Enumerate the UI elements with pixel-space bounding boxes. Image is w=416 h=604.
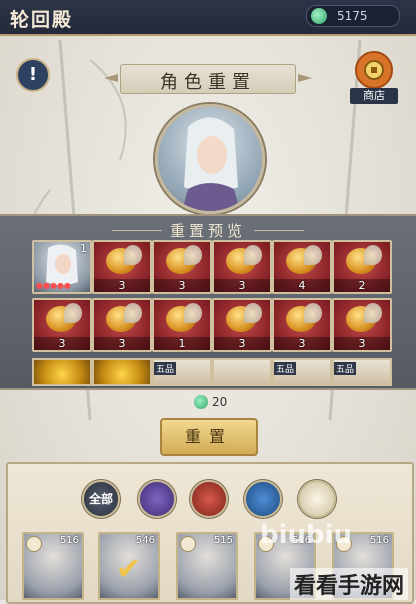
jade-coin-icon xyxy=(311,8,327,24)
preview-item[interactable]: 3 xyxy=(92,240,152,294)
reset-cost: 20 xyxy=(212,395,228,409)
info-button[interactable]: ! xyxy=(16,58,50,92)
character-level: 515 xyxy=(213,535,233,546)
preview-item[interactable]: 2 xyxy=(332,240,392,294)
item-count: 2 xyxy=(334,279,390,292)
preview-item[interactable]: 3 xyxy=(332,298,392,352)
preview-item[interactable]: 3 xyxy=(212,240,272,294)
preview-item-equipment[interactable]: 五品 xyxy=(332,358,392,386)
character-level: 516 xyxy=(59,535,79,546)
reset-button[interactable]: 重置 xyxy=(160,418,258,456)
character-card-selected[interactable]: 546 ✔ xyxy=(98,532,160,600)
item-count: 3 xyxy=(94,337,150,350)
item-count: 3 xyxy=(154,279,210,292)
element-badge-icon xyxy=(180,536,196,552)
shop-icon[interactable] xyxy=(352,48,396,92)
currency-value: 5175 xyxy=(337,9,368,23)
preview-item[interactable]: 3 xyxy=(152,240,212,294)
character-level: 516 xyxy=(369,535,389,546)
preview-item[interactable]: 3 xyxy=(32,298,92,352)
preview-item[interactable]: 3 xyxy=(92,298,152,352)
item-count: 3 xyxy=(214,337,270,350)
title-line-right xyxy=(254,230,304,231)
filter-light-icon[interactable] xyxy=(298,480,336,518)
grade-tag: 五品 xyxy=(334,362,357,375)
preview-item[interactable]: 4 xyxy=(272,240,332,294)
preview-item-weapon[interactable]: 五品 xyxy=(152,358,212,386)
filter-purple-icon[interactable] xyxy=(138,480,176,518)
preview-item-gold[interactable] xyxy=(92,358,152,386)
item-count: 1 xyxy=(154,337,210,350)
filter-all-button[interactable]: 全部 xyxy=(82,480,120,518)
star-rating-icon: ●●●●● xyxy=(36,281,71,290)
character-level: 546 xyxy=(135,535,155,546)
preview-item[interactable]: 3 xyxy=(272,298,332,352)
section-banner: 角色重置 xyxy=(120,64,296,94)
preview-item-gold[interactable] xyxy=(32,358,92,386)
item-count: 4 xyxy=(274,279,330,292)
preview-item-equipment[interactable] xyxy=(212,358,272,386)
preview-item[interactable]: 3 xyxy=(212,298,272,352)
filter-fire-icon[interactable] xyxy=(190,480,228,518)
preview-item-equipment[interactable]: 五品 xyxy=(272,358,332,386)
filter-water-icon[interactable] xyxy=(244,480,282,518)
element-badge-icon xyxy=(26,536,42,552)
page-title: 轮回殿 xyxy=(10,9,74,31)
character-avatar-art xyxy=(182,117,240,211)
shop-button[interactable]: 商店 xyxy=(350,88,398,104)
currency-display[interactable]: 5175 xyxy=(306,5,400,27)
item-count: 3 xyxy=(94,279,150,292)
character-count: 1 xyxy=(80,242,87,255)
preview-item-character[interactable]: 1 ●●●●● xyxy=(32,240,92,294)
grade-tag: 五品 xyxy=(274,362,297,375)
character-portrait xyxy=(155,104,265,214)
item-count: 3 xyxy=(214,279,270,292)
jade-cost-icon xyxy=(194,395,208,409)
character-card[interactable]: 516 xyxy=(22,532,84,600)
site-watermark: 看看手游网 xyxy=(290,568,409,600)
grade-tag: 五品 xyxy=(154,362,177,375)
section-title: 角色重置 xyxy=(160,72,256,93)
character-card[interactable]: 515 xyxy=(176,532,238,600)
checkmark-icon: ✔ xyxy=(116,552,142,587)
item-count: 3 xyxy=(274,337,330,350)
item-count: 3 xyxy=(34,337,90,350)
item-count: 3 xyxy=(334,337,390,350)
preview-item[interactable]: 1 xyxy=(152,298,212,352)
watermark: biubiu xyxy=(260,520,353,550)
